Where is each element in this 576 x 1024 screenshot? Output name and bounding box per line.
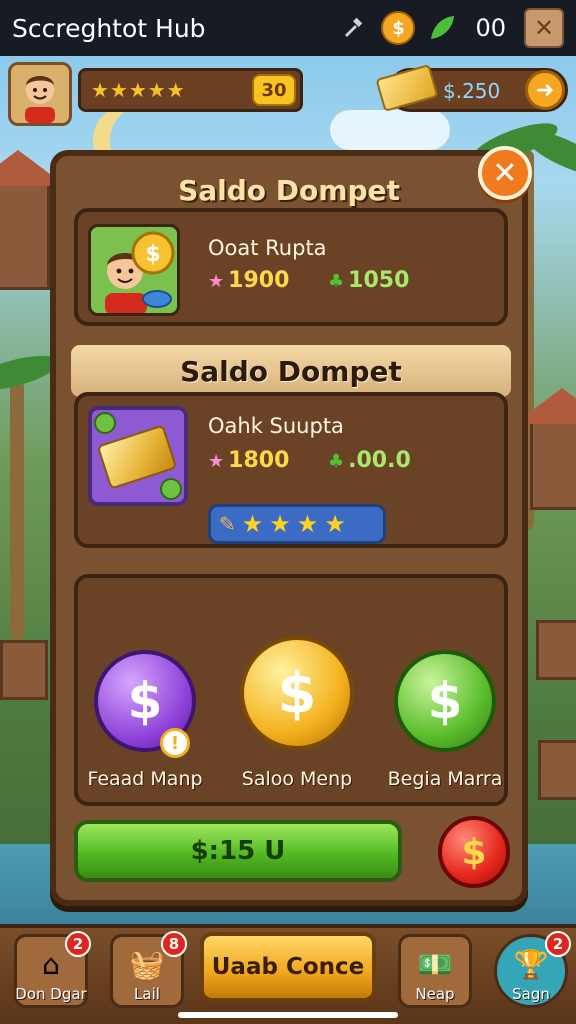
rating-stars: ★★★★★: [91, 78, 186, 102]
plus-badge-icon: [160, 478, 182, 500]
rating-star: ★: [241, 510, 264, 538]
star-points-value: 1900: [228, 268, 290, 293]
app-title: Sccreghtot Hub: [12, 13, 206, 43]
green-coin-button[interactable]: $: [394, 650, 496, 752]
hut: [536, 620, 576, 680]
character-thumbnail: $: [88, 224, 180, 316]
star-points-stat: ★ 1800: [208, 448, 289, 473]
nav-item-trophy[interactable]: 🏆 Sagn 2: [494, 931, 571, 1008]
rating-star: ★: [269, 510, 291, 538]
nav-item-home[interactable]: ⌂ Don Dgar 2: [14, 931, 91, 1008]
confirm-amount-button[interactable]: $:15 U: [74, 820, 402, 882]
coin-options-card: $ ! $ $ Feaad Manp Saloo Menp Begia Marr…: [74, 574, 508, 806]
coin-label: Begia Marra: [387, 768, 503, 790]
notification-badge: 2: [545, 931, 571, 957]
pencil-icon: ✎: [219, 512, 236, 536]
nav-label: Lail: [134, 985, 160, 1003]
player-avatar[interactable]: [8, 62, 72, 126]
green-leaf-icon[interactable]: [425, 11, 459, 45]
leaf-points-stat: ♣ .00.0: [328, 448, 411, 473]
character-face-icon: $: [105, 231, 175, 313]
hut: [530, 420, 576, 510]
nav-item-shop[interactable]: 🧺 Lail 8: [110, 931, 187, 1008]
green-leaf-icon: ♣: [328, 271, 345, 292]
balance-amount: $.250: [443, 79, 501, 103]
player-rating-bar: ★★★★★ 30: [78, 68, 303, 112]
hut: [538, 740, 576, 800]
section-title: Saldo Dompet: [180, 355, 402, 388]
pink-star-icon: ★: [208, 271, 225, 292]
level-badge: 30: [252, 74, 296, 106]
close-button[interactable]: ✕: [524, 8, 564, 48]
wallet-card[interactable]: $ Ooat Rupta ★ 1900 ♣ 1050: [74, 208, 508, 326]
rating-star: ★: [296, 510, 319, 538]
card-name: Oahk Suupta: [208, 414, 344, 438]
star-rating-pill: ✎ ★ ★ ★ ★: [208, 504, 386, 544]
star-points-value: 1800: [228, 448, 290, 473]
notification-badge: 2: [65, 931, 91, 957]
plus-badge-icon: [94, 412, 116, 434]
hut: [0, 180, 50, 290]
top-status-bar: Sccreghtot Hub $ 00 ✕: [0, 0, 576, 56]
red-coin-button[interactable]: $: [438, 816, 510, 888]
coin-label: Saloo Menp: [241, 768, 353, 790]
coin-label: Feaad Manp: [87, 768, 203, 790]
shop-basket-icon: 🧺: [129, 948, 165, 981]
green-leaf-icon: ♣: [328, 451, 345, 472]
cash-stack-icon: 💵: [417, 948, 453, 981]
gold-coin-button[interactable]: $: [240, 636, 354, 750]
cloud: [330, 110, 450, 150]
leaf-points-value: .00.0: [348, 448, 411, 473]
leaf-points-value: 1050: [348, 268, 410, 293]
wallet-card[interactable]: Oahk Suupta ★ 1800 ♣ .00.0 ✎ ★ ★ ★ ★: [74, 392, 508, 548]
money-balance-bar: $.250 ➜: [375, 63, 568, 113]
gold-coin-icon[interactable]: $: [381, 11, 416, 45]
nav-label: Don Dgar: [15, 985, 87, 1003]
add-funds-arrow-button[interactable]: ➜: [525, 70, 565, 110]
svg-text:$: $: [145, 242, 160, 267]
panel-close-button[interactable]: ✕: [478, 146, 532, 200]
rating-star: ★: [324, 510, 346, 538]
nav-label: Neap: [415, 985, 455, 1003]
panel-title: Saldo Dompet: [178, 174, 400, 207]
player-face-icon: [25, 76, 55, 123]
nav-label: Sagn: [512, 985, 550, 1003]
hammer-icon[interactable]: [337, 11, 371, 45]
card-name: Ooat Rupta: [208, 236, 327, 260]
palm-tree: [10, 380, 24, 640]
pink-star-icon: ★: [208, 451, 225, 472]
center-action-button[interactable]: Uaab Conce: [200, 932, 376, 1002]
star-points-stat: ★ 1900: [208, 268, 289, 293]
hut: [0, 640, 48, 700]
info-badge-icon: !: [160, 728, 190, 758]
house-icon: ⌂: [42, 948, 60, 981]
bottom-navigation: ⌂ Don Dgar 2 🧺 Lail 8 Uaab Conce 💵 Neap …: [0, 924, 576, 1024]
wallet-panel: Saldo Dompet ✕ $ Ooat Rupta ★ 1900 ♣ 1050 …: [50, 146, 532, 906]
nav-item-cash[interactable]: 💵 Neap: [398, 934, 472, 1008]
currency-count: 00: [475, 14, 506, 42]
home-indicator[interactable]: [178, 1012, 398, 1018]
leaf-points-stat: ♣ 1050: [328, 268, 409, 293]
notification-badge: 8: [161, 931, 187, 957]
trophy-icon: 🏆: [513, 948, 549, 981]
gold-bar-thumbnail: [88, 406, 188, 506]
